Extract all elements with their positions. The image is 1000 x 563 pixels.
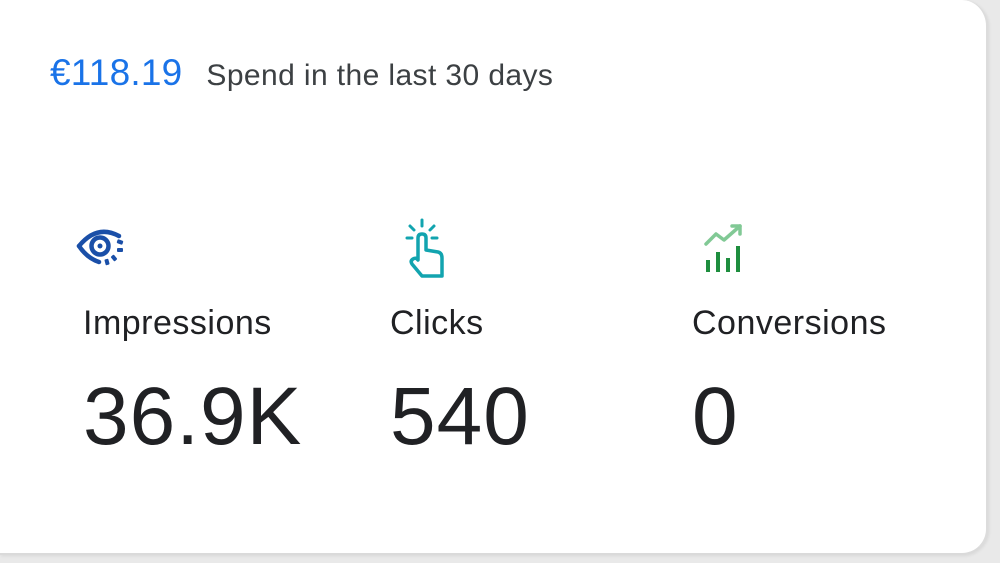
metric-value: 36.9K	[83, 371, 303, 462]
spend-amount: €118.19	[50, 52, 183, 93]
metric-value: 540	[390, 371, 530, 462]
metric-label: Impressions	[83, 304, 272, 342]
metric-impressions: Impressions 36.9K	[76, 218, 343, 468]
metric-conversions: Conversions 0	[692, 218, 952, 468]
metric-value: 0	[692, 371, 739, 462]
metric-label: Clicks	[390, 304, 484, 342]
spend-label: Spend in the last 30 days	[206, 59, 554, 92]
eye-icon	[75, 218, 137, 280]
metric-label: Conversions	[692, 304, 887, 342]
tap-finger-icon	[398, 218, 460, 280]
trending-up-chart-icon	[700, 218, 762, 280]
spend-summary: €118.19 Spend in the last 30 days	[50, 52, 553, 102]
performance-summary-card: €118.19 Spend in the last 30 days Impres…	[0, 0, 988, 555]
metric-clicks: Clicks 540	[390, 218, 650, 468]
